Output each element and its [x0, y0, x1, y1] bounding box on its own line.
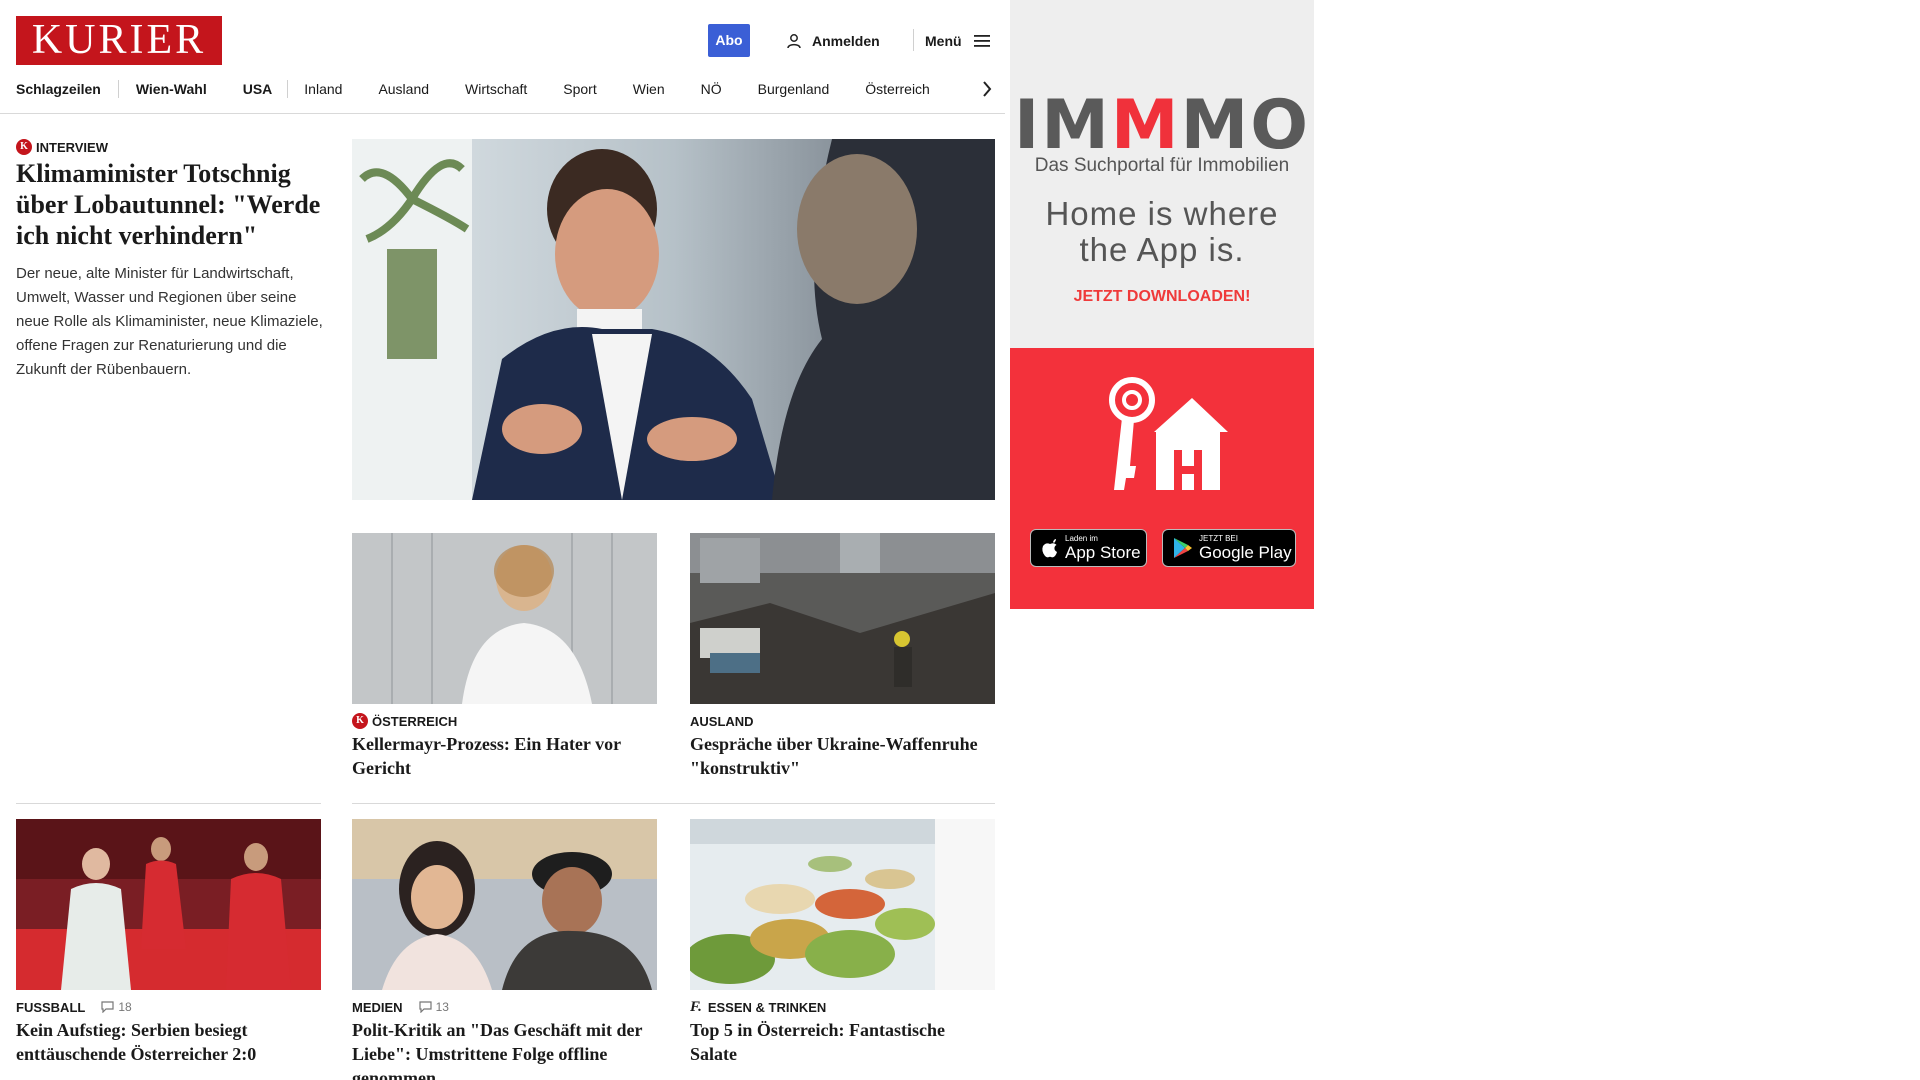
house-key-icon: [1109, 377, 1228, 490]
google-play-small-label: JETZT BEI: [1199, 534, 1238, 543]
lead-teaser: Der neue, alte Minister für Landwirtscha…: [16, 265, 323, 378]
article-headline[interactable]: Polit-Kritik an "Das Geschäft mit der Li…: [352, 1018, 657, 1080]
article-image-football[interactable]: [16, 819, 321, 990]
comment-icon: [101, 1001, 114, 1013]
login-label: Anmelden: [812, 33, 880, 49]
couple-photo: [352, 819, 657, 990]
google-play-label: Google Play: [1199, 543, 1292, 562]
article-kicker-label: Ausland: [690, 713, 754, 729]
menu-label: Menü: [925, 33, 962, 49]
article-headline[interactable]: Kein Aufstieg: Serbien besiegt enttäusch…: [16, 1018, 321, 1066]
nav-item-inland[interactable]: Inland: [304, 81, 342, 97]
article-kicker-label: Fussball: [16, 999, 86, 1015]
nav-item-wien-wahl[interactable]: Wien-Wahl: [136, 81, 207, 97]
article-kicker-label: Medien: [352, 999, 403, 1015]
minister-interview-photo: [352, 139, 995, 500]
google-play-button[interactable]: JETZT BEI Google Play: [1162, 529, 1296, 567]
lead-kicker[interactable]: K Interview: [16, 139, 108, 155]
kurier-logo[interactable]: KURIER: [16, 16, 222, 65]
nav-item-ausland[interactable]: Ausland: [378, 81, 429, 97]
article-image-tv-show[interactable]: [352, 819, 657, 990]
nav-item-sport[interactable]: Sport: [563, 81, 596, 97]
ad-subtitle: Das Suchportal für Immobilien: [1034, 155, 1290, 176]
divider: [16, 803, 321, 804]
header-divider: [913, 29, 914, 51]
kurier-plus-icon: K: [352, 713, 368, 729]
login-button[interactable]: Anmelden: [786, 30, 880, 52]
hamburger-icon: [973, 35, 990, 47]
nav-item-burgenland[interactable]: Burgenland: [758, 81, 830, 97]
comment-count-value: 13: [435, 1000, 449, 1014]
salad-buffet-photo: [690, 819, 995, 990]
article-image-salads[interactable]: [690, 819, 995, 990]
immmo-logo-part: IM: [1013, 86, 1111, 165]
nav-item-wien[interactable]: Wien: [633, 81, 665, 97]
ad-slogan: Home is where the App is.: [1010, 196, 1314, 268]
immmo-logo-part: MO: [1180, 86, 1311, 165]
immmo-ad-banner[interactable]: IMMMO Das Suchportal für Immobilien Home…: [1010, 0, 1314, 609]
nav-item-oesterreich[interactable]: Österreich: [865, 81, 930, 97]
football-match-photo: [16, 819, 321, 990]
abo-button[interactable]: Abo: [708, 24, 750, 57]
lead-kicker-label: Interview: [36, 139, 108, 155]
article-kicker[interactable]: f. Essen & Trinken: [690, 999, 826, 1015]
article-headline[interactable]: Top 5 in Österreich: Fantastische Salate: [690, 1018, 995, 1066]
comment-icon: [418, 1001, 432, 1013]
app-store-small-label: Laden im: [1065, 534, 1098, 543]
app-store-label: App Store: [1065, 543, 1141, 562]
article-image-ukraine[interactable]: [690, 533, 995, 704]
lead-headline[interactable]: Klimaminister Totschnig über Lobautunnel…: [16, 158, 326, 251]
immmo-logo: IMMMO: [1010, 92, 1314, 160]
food-category-icon: f.: [690, 998, 702, 1015]
google-play-icon: [1174, 538, 1192, 558]
site-header: KURIER Abo Anmelden Menü Schlagzeilen Wi…: [0, 0, 1005, 114]
article-image-kellermayr[interactable]: [352, 533, 657, 704]
article-kicker[interactable]: Fussball 18: [16, 999, 132, 1015]
immmo-logo-accent: M: [1110, 86, 1181, 165]
apple-icon: [1042, 539, 1057, 558]
article-kicker[interactable]: K Österreich: [352, 713, 457, 729]
nav-item-wirtschaft[interactable]: Wirtschaft: [465, 81, 527, 97]
lead-image[interactable]: [352, 139, 995, 500]
comment-count[interactable]: 18: [101, 1000, 132, 1014]
ad-top-panel: IMMMO Das Suchportal für Immobilien Home…: [1010, 0, 1314, 348]
article-headline[interactable]: Gespräche über Ukraine-Waffenruhe "konst…: [690, 732, 995, 780]
app-store-button[interactable]: Laden im App Store: [1030, 529, 1147, 567]
comment-count[interactable]: 13: [418, 1000, 449, 1014]
destroyed-building-photo: [690, 533, 995, 704]
comment-count-value: 18: [118, 1000, 132, 1014]
article-kicker[interactable]: Ausland: [690, 713, 754, 729]
nav-divider: [117, 80, 119, 98]
chevron-right-icon: [983, 81, 992, 97]
nav-item-usa[interactable]: USA: [243, 81, 273, 97]
ad-download-cta[interactable]: JETZT DOWNLOADEN!: [1010, 288, 1314, 306]
divider: [352, 803, 995, 804]
ad-slogan-line: Home is where: [1045, 195, 1279, 232]
menu-button[interactable]: Menü: [925, 30, 990, 52]
ad-slogan-line: the App is.: [1079, 231, 1245, 268]
nav-divider: [287, 80, 289, 98]
article-kicker-label: Essen & Trinken: [707, 999, 827, 1015]
kurier-plus-icon: K: [16, 139, 32, 155]
ad-bottom-panel: [1010, 348, 1314, 609]
nav-item-schlagzeilen[interactable]: Schlagzeilen: [16, 81, 101, 97]
nav-scroll-right-button[interactable]: [977, 78, 997, 100]
article-kicker[interactable]: Medien 13: [352, 999, 449, 1015]
section-nav: Schlagzeilen Wien-Wahl USA Inland Auslan…: [16, 78, 992, 100]
portrait-photo: [352, 533, 657, 704]
nav-item-noe[interactable]: NÖ: [701, 81, 722, 97]
article-headline[interactable]: Kellermayr-Prozess: Ein Hater vor Gerich…: [352, 732, 657, 780]
article-kicker-label: Österreich: [372, 713, 458, 729]
user-icon: [787, 34, 801, 49]
